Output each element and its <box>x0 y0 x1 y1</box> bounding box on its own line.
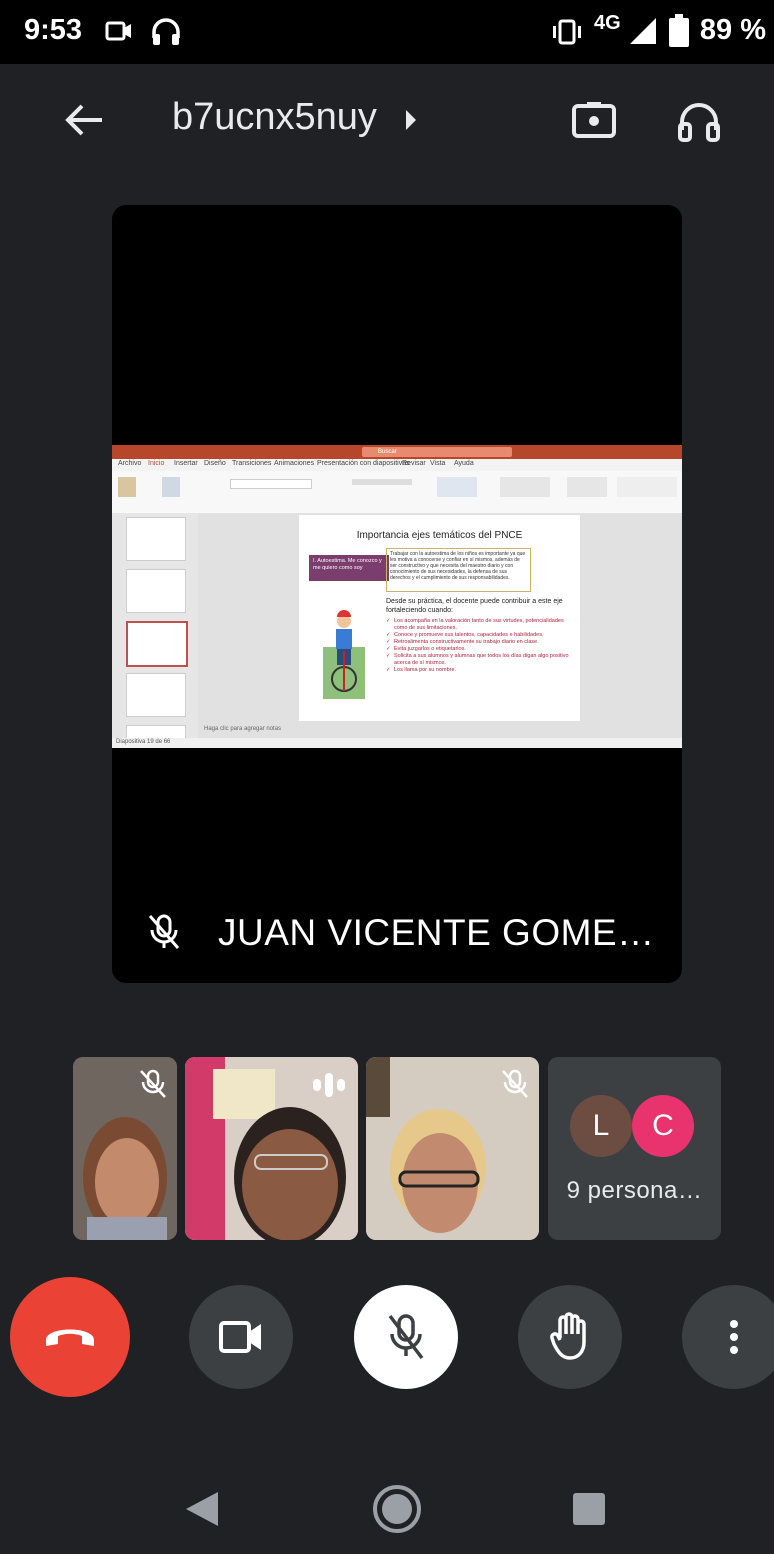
headphones-icon[interactable] <box>676 98 722 149</box>
battery-percent: 89 % <box>699 14 766 46</box>
clock: 9:53 <box>24 14 83 46</box>
participant-tile[interactable] <box>366 1057 539 1240</box>
app-statusbar: Diapositiva 19 de 66 <box>112 738 682 748</box>
mic-off-icon <box>501 1069 529 1104</box>
video-camera-icon <box>219 1321 261 1353</box>
back-arrow-icon[interactable] <box>62 98 106 147</box>
camera-toggle-button[interactable] <box>189 1285 293 1389</box>
current-slide: Importancia ejes temáticos del PNCE I. A… <box>299 515 580 721</box>
meeting-details-arrow-icon[interactable] <box>404 108 418 137</box>
slide-bullet: Los llama por su nombre. <box>386 667 576 674</box>
mic-off-icon <box>139 1069 167 1104</box>
hand-icon <box>550 1312 586 1360</box>
slide-bullet: Los acompaña en la valoración tanto de s… <box>386 618 576 632</box>
slide-bullet: Evita juzgarlos o etiquetarlos. <box>386 646 576 653</box>
video-call-status-icon <box>104 16 134 51</box>
more-options-button[interactable] <box>682 1285 774 1389</box>
signal-icon <box>628 16 658 51</box>
end-call-button[interactable] <box>10 1277 130 1397</box>
ribbon <box>112 471 682 514</box>
more-participants-tile[interactable]: L C 9 persona… <box>548 1057 721 1240</box>
slide-badge: I. Autoestima. Me conozco y me quiero co… <box>309 555 389 581</box>
more-vert-icon <box>730 1320 738 1354</box>
mic-off-icon <box>146 912 182 957</box>
slide-textbox: Trabajar con la autoestima de los niños … <box>386 548 531 592</box>
system-nav-bar <box>0 1460 774 1554</box>
avatar: L <box>570 1095 632 1157</box>
raise-hand-button[interactable] <box>518 1285 622 1389</box>
cyclist-illustration <box>321 607 367 699</box>
headset-status-icon <box>150 16 182 53</box>
vibrate-icon <box>550 18 584 51</box>
status-bar: 9:53 4G 89 % <box>0 0 774 64</box>
speaking-indicator-icon <box>309 1071 349 1104</box>
nav-home-icon[interactable] <box>372 1484 422 1539</box>
app-titlebar: Buscar <box>112 445 682 459</box>
slide-thumbnails <box>112 513 198 739</box>
mic-toggle-button[interactable] <box>354 1285 458 1389</box>
phone-hangup-icon <box>46 1329 94 1346</box>
ribbon-tabs: Archivo Inicio Insertar Diseño Transicio… <box>112 459 682 471</box>
app-search-box: Buscar <box>362 447 512 457</box>
slide-intro: Desde su práctica, el docente puede cont… <box>386 598 563 614</box>
switch-camera-icon[interactable] <box>570 96 618 149</box>
slide-bullets: Los acompaña en la valoración tanto de s… <box>386 618 576 674</box>
slide-bullet: Solicita a sus alumnos y alumnas que tod… <box>386 653 576 667</box>
meeting-code[interactable]: b7ucnx5nuy <box>172 96 377 139</box>
slide-title: Importancia ejes temáticos del PNCE <box>356 530 523 541</box>
shared-screen: Buscar Archivo Inicio Insertar Diseño Tr… <box>112 445 682 748</box>
nav-back-icon[interactable] <box>184 1490 220 1533</box>
nav-recents-icon[interactable] <box>572 1492 606 1531</box>
participant-tile[interactable] <box>73 1057 177 1240</box>
network-type: 4G <box>594 12 621 34</box>
slide-bullet: Conoce y promueve sus talentos, capacida… <box>386 632 576 639</box>
presenter-name: JUAN VICENTE GOME… <box>218 912 655 953</box>
battery-icon <box>668 14 690 53</box>
avatar: C <box>632 1095 694 1157</box>
slide-bullet: Retroalimenta constructivamente su traba… <box>386 639 576 646</box>
participant-count-label: 9 persona… <box>566 1177 703 1204</box>
mic-off-icon <box>388 1314 424 1360</box>
participant-tile[interactable] <box>185 1057 358 1240</box>
notes-placeholder: Haga clic para agregar notas <box>204 726 282 732</box>
